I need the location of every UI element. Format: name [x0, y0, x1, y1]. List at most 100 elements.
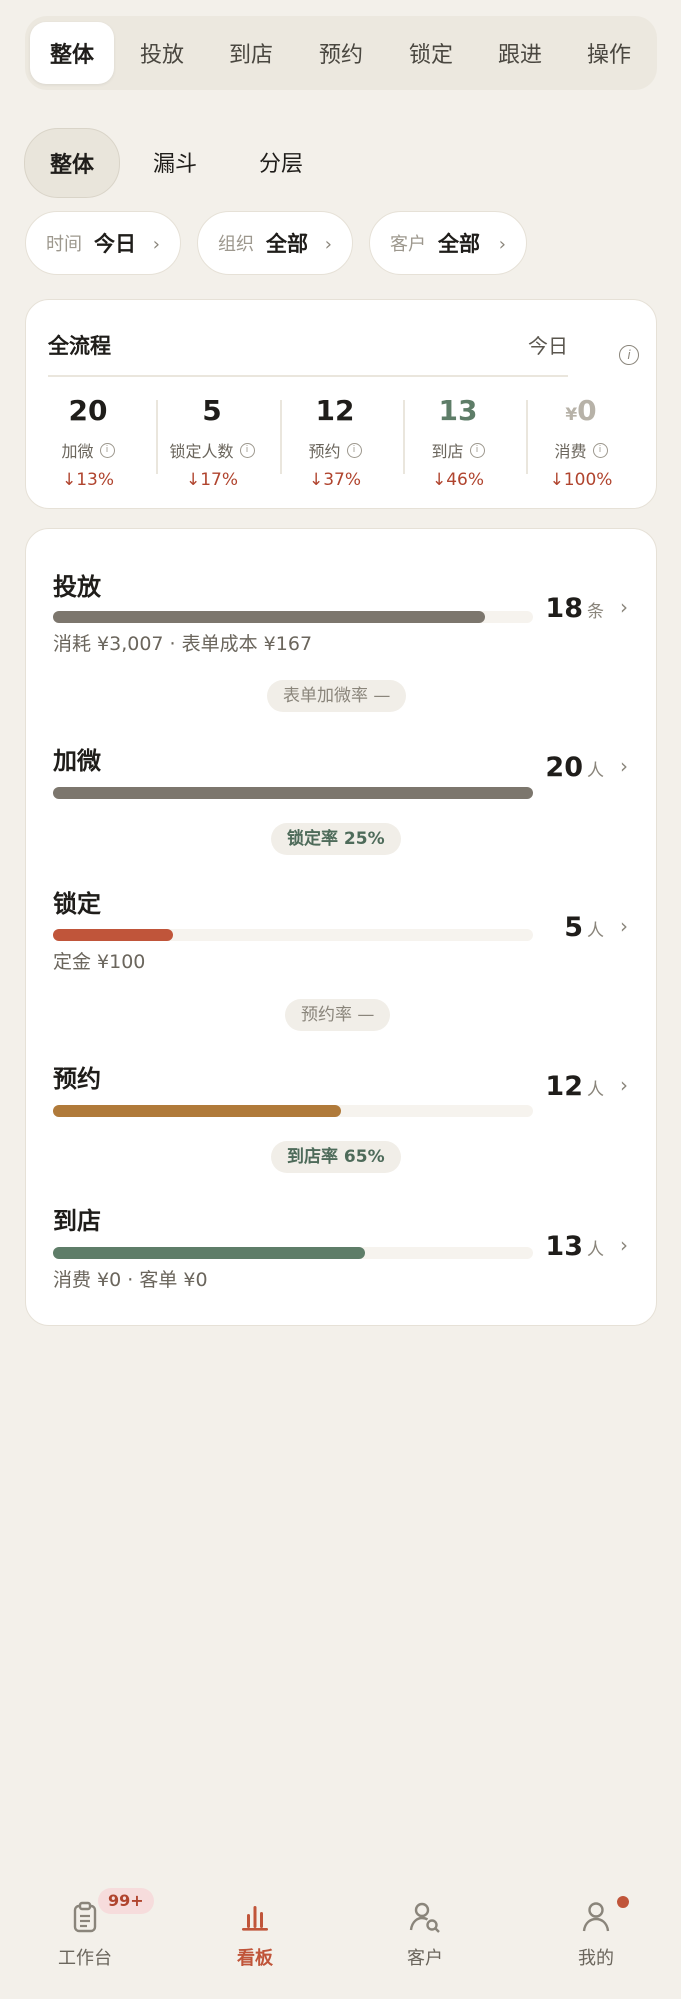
metric-name: 到店: [431, 442, 464, 461]
metric-value: 12: [315, 394, 355, 427]
tab-arrival[interactable]: 到店: [209, 22, 293, 84]
metric-change: ↓13%: [61, 470, 115, 490]
divider: [48, 375, 568, 377]
nav-label: 看板: [237, 1948, 273, 1969]
rate-pill: 到店率 65%: [271, 1141, 401, 1173]
metric-value: 5: [202, 394, 222, 427]
filter-org[interactable]: 组织 全部 ›: [197, 211, 353, 275]
stage-count: 18: [545, 593, 583, 624]
tab-lock[interactable]: 锁定: [389, 22, 473, 84]
segment-layer[interactable]: 分层: [234, 128, 328, 196]
stage-count: 20: [545, 752, 583, 783]
stage-title: 投放: [53, 573, 101, 601]
metric-change: ↓37%: [308, 470, 362, 490]
chevron-right-icon: ›: [620, 754, 628, 778]
funnel-card: 投放 18 条 › 消耗 ¥3,007 · 表单成本 ¥167 表单加微率 — 加…: [25, 528, 657, 1326]
metric-locked[interactable]: 5 锁定人数 i ↓17%: [150, 392, 274, 490]
info-icon: i: [469, 442, 485, 458]
stage-count: 12: [545, 1071, 583, 1102]
summary-title: 全流程: [48, 334, 111, 358]
metric-value: 20: [68, 394, 108, 427]
info-icon: i: [99, 442, 115, 458]
stage-unit: 人: [587, 761, 604, 781]
stage-count: 5: [564, 912, 583, 943]
nav-label: 客户: [407, 1948, 443, 1969]
metric-name: 加微: [61, 442, 94, 461]
chevron-right-icon: ›: [620, 595, 628, 619]
progress-track: [53, 787, 533, 799]
metric-change: ↓17%: [185, 470, 239, 490]
nav-profile[interactable]: 我的: [536, 1900, 656, 1970]
filter-label: 时间: [46, 234, 82, 255]
progress-fill: [53, 787, 533, 799]
metric-booking[interactable]: 12 预约 i ↓37%: [273, 392, 397, 490]
chevron-right-icon: ›: [620, 1073, 628, 1097]
chevron-right-icon: ›: [620, 1233, 628, 1257]
nav-label: 工作台: [58, 1948, 112, 1969]
metric-name: 锁定人数: [169, 442, 234, 461]
unread-dot: [617, 1896, 629, 1908]
progress-fill: [53, 611, 485, 623]
progress-track: [53, 1247, 533, 1259]
stage-title: 到店: [53, 1207, 101, 1235]
chevron-right-icon: ›: [324, 234, 332, 255]
filter-value: 全部: [266, 232, 308, 256]
info-icon: i: [239, 442, 255, 458]
stage-title: 锁定: [53, 890, 101, 918]
stage-unit: 人: [587, 921, 604, 941]
stage-unit: 人: [587, 1240, 604, 1260]
stage-subtitle: 消耗 ¥3,007 · 表单成本 ¥167: [53, 633, 313, 655]
progress-track: [53, 611, 533, 623]
progress-track: [53, 1105, 533, 1117]
stage-unit: 条: [587, 602, 604, 622]
summary-date: 今日: [528, 334, 568, 358]
top-tab-bar: 整体 投放 到店 预约 锁定 跟进 操作: [25, 16, 657, 90]
customer-search-icon: [409, 1902, 440, 1933]
stage-title: 预约: [53, 1065, 101, 1093]
currency-symbol: ¥: [565, 405, 578, 425]
chevron-right-icon: ›: [620, 914, 628, 938]
metric-name: 消费: [554, 442, 587, 461]
filter-label: 客户: [390, 234, 426, 255]
metric-change: ↓46%: [431, 470, 485, 490]
rate-pill: 预约率 —: [285, 999, 391, 1031]
bottom-nav: 工作台 99+ 看板 客户 我的: [0, 1870, 681, 1999]
stage-subtitle: 消费 ¥0 · 客单 ¥0: [53, 1269, 208, 1291]
metric-name: 预约: [308, 442, 341, 461]
nav-customers[interactable]: 客户: [365, 1900, 485, 1970]
stage-unit: 人: [587, 1080, 604, 1100]
tab-operation[interactable]: 操作: [567, 22, 651, 84]
user-icon: [582, 1902, 610, 1932]
filter-time[interactable]: 时间 今日 ›: [25, 211, 181, 275]
metric-arrival[interactable]: 13 到店 i ↓46%: [396, 392, 520, 490]
nav-dashboard[interactable]: 看板: [195, 1900, 315, 1970]
stage-count: 13: [545, 1231, 583, 1262]
rate-pill: 表单加微率 —: [267, 680, 407, 712]
info-icon: i: [346, 442, 362, 458]
progress-track: [53, 929, 533, 941]
segment-funnel[interactable]: 漏斗: [128, 128, 222, 196]
metric-spend[interactable]: ¥0 消费 i ↓100%: [519, 392, 643, 490]
bar-chart-icon: [242, 1906, 268, 1931]
tab-ads[interactable]: 投放: [120, 22, 204, 84]
metric-value: 0: [577, 394, 597, 427]
stage-title: 加微: [53, 747, 101, 775]
chevron-right-icon: ›: [152, 234, 160, 255]
progress-fill: [53, 1247, 365, 1259]
stage-subtitle: 定金 ¥100: [53, 951, 146, 973]
metric-add-wechat[interactable]: 20 加微 i ↓13%: [26, 392, 150, 490]
tab-booking[interactable]: 预约: [299, 22, 383, 84]
tab-followup[interactable]: 跟进: [478, 22, 562, 84]
progress-fill: [53, 1105, 341, 1117]
tab-overall[interactable]: 整体: [30, 22, 114, 84]
metric-value: 13: [438, 394, 478, 427]
segment-overall[interactable]: 整体: [24, 128, 120, 198]
info-icon[interactable]: i: [619, 345, 639, 365]
filter-value: 今日: [94, 232, 136, 256]
info-icon: i: [592, 442, 608, 458]
filter-label: 组织: [218, 234, 254, 255]
summary-card: 全流程 今日 i 20 加微 i ↓13% 5 锁定人数 i ↓17% 12 预约 i…: [25, 299, 657, 509]
progress-fill: [53, 929, 173, 941]
clipboard-icon: [73, 1901, 97, 1933]
filter-customer[interactable]: 客户 全部 ›: [369, 211, 527, 275]
